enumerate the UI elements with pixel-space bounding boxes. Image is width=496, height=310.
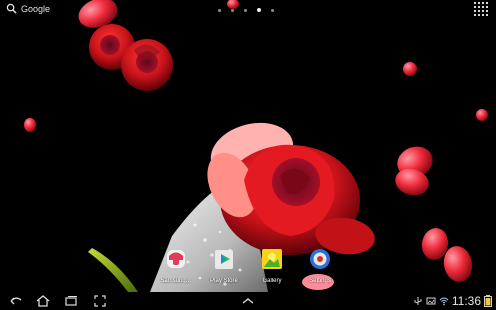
- shortcut-label: Samsung…: [160, 278, 192, 284]
- chevron-up-icon: [242, 298, 254, 304]
- gallery-icon: [262, 249, 282, 269]
- image-notification-icon: [426, 297, 436, 305]
- home-shortcuts: Samsung… Play Store Gallery Settings: [160, 247, 340, 287]
- google-search-bar[interactable]: Google: [6, 3, 50, 14]
- search-icon: [6, 3, 17, 14]
- shortcut-samsung-apps[interactable]: Samsung…: [160, 247, 192, 284]
- home-button[interactable]: [35, 294, 51, 308]
- battery-icon: [484, 295, 492, 307]
- screenshot-icon: [94, 295, 106, 307]
- search-label: Google: [21, 3, 51, 14]
- shortcut-gallery[interactable]: Gallery: [256, 247, 288, 284]
- shortcut-settings[interactable]: Settings: [304, 247, 336, 284]
- home-screen: Google Samsung… Play Store Gallery Setti…: [0, 0, 496, 310]
- clock: 11:36: [451, 294, 481, 308]
- back-button[interactable]: [8, 294, 24, 308]
- page-dot[interactable]: [218, 8, 221, 12]
- shortcut-play-store[interactable]: Play Store: [208, 247, 240, 284]
- status-area[interactable]: 11:36: [413, 293, 492, 309]
- usb-icon: [414, 297, 422, 305]
- system-bar: 11:36: [0, 292, 496, 310]
- wifi-icon: [439, 297, 449, 306]
- samsung-apps-icon: [167, 250, 185, 268]
- app-grid-icon[interactable]: [474, 2, 488, 16]
- back-icon: [10, 297, 22, 305]
- recent-apps-button[interactable]: [63, 294, 79, 308]
- shortcut-label: Gallery: [262, 278, 282, 284]
- page-indicator: [218, 8, 274, 12]
- page-dot[interactable]: [271, 8, 274, 12]
- page-dot[interactable]: [231, 8, 234, 12]
- shortcut-label: Settings: [309, 278, 331, 284]
- settings-icon: [310, 249, 330, 269]
- page-dot[interactable]: [244, 8, 247, 12]
- mini-apps-button[interactable]: [240, 294, 256, 308]
- page-dot-active[interactable]: [257, 8, 261, 12]
- play-store-icon: [215, 250, 233, 269]
- screenshot-button[interactable]: [92, 294, 108, 308]
- recent-apps-icon: [65, 296, 77, 306]
- home-icon: [36, 295, 50, 307]
- shortcut-label: Play Store: [210, 278, 238, 284]
